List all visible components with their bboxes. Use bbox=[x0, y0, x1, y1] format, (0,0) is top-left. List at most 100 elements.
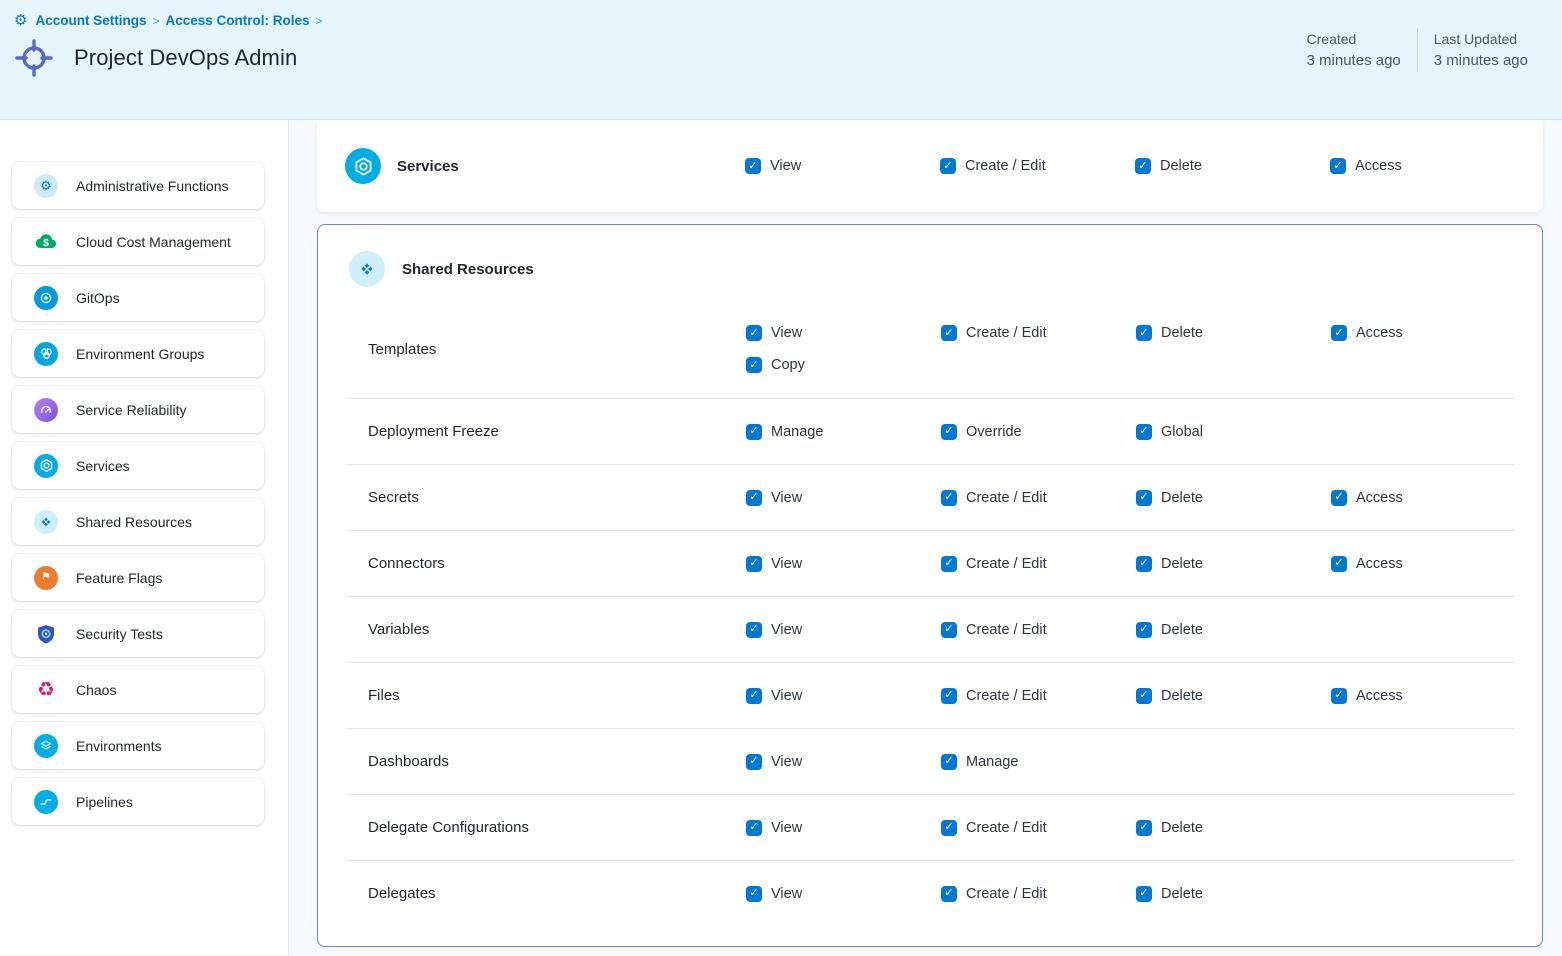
checkbox-label: View bbox=[771, 325, 802, 341]
sidebar-item-feature-flags[interactable]: ⚑ Feature Flags bbox=[12, 554, 264, 601]
permission-view[interactable]: ✓View bbox=[746, 688, 941, 704]
checkbox-view[interactable]: ✓ bbox=[745, 158, 761, 174]
checkbox-manage[interactable]: ✓ bbox=[941, 754, 957, 770]
permission-delete[interactable]: ✓Delete bbox=[1136, 325, 1331, 341]
permission-view[interactable]: ✓View bbox=[746, 820, 941, 836]
checkbox-create-edit[interactable]: ✓ bbox=[941, 688, 957, 704]
permission-delete[interactable]: ✓Delete bbox=[1136, 622, 1331, 638]
breadcrumb-account-settings[interactable]: Account Settings bbox=[35, 13, 146, 28]
checkbox-label: View bbox=[771, 490, 802, 506]
checkbox-delete[interactable]: ✓ bbox=[1136, 556, 1152, 572]
checkbox-manage[interactable]: ✓ bbox=[746, 424, 762, 440]
checkbox-delete[interactable]: ✓ bbox=[1136, 886, 1152, 902]
sidebar-item-environment-groups[interactable]: Environment Groups bbox=[12, 330, 264, 377]
permission-view[interactable]: ✓View bbox=[746, 886, 941, 902]
checkbox-global[interactable]: ✓ bbox=[1136, 424, 1152, 440]
checkbox-view[interactable]: ✓ bbox=[746, 556, 762, 572]
permission-view[interactable]: ✓ View bbox=[746, 490, 941, 506]
sidebar-item-chaos[interactable]: ♻ Chaos bbox=[12, 666, 264, 713]
gear-icon: ⚙ bbox=[34, 174, 58, 198]
permission-row-connectors: Connectors✓View✓Create / Edit✓Delete✓Acc… bbox=[318, 531, 1542, 596]
environments-icon bbox=[34, 734, 58, 758]
permission-delete[interactable]: ✓Delete bbox=[1136, 886, 1331, 902]
checkbox-view[interactable]: ✓ bbox=[746, 325, 762, 341]
permission-delete[interactable]: ✓Delete bbox=[1136, 820, 1331, 836]
permission-create-edit[interactable]: ✓ Create / Edit bbox=[941, 556, 1136, 572]
created-label: Created bbox=[1307, 28, 1401, 50]
sidebar-item-administrative-functions[interactable]: ⚙ Administrative Functions bbox=[12, 162, 264, 209]
checkbox-label: Create / Edit bbox=[965, 158, 1046, 174]
checkbox-delete[interactable]: ✓ bbox=[1136, 622, 1152, 638]
checkbox-view[interactable]: ✓ bbox=[746, 886, 762, 902]
checkbox-copy[interactable]: ✓ bbox=[746, 357, 762, 373]
checkbox-create-edit[interactable]: ✓ bbox=[941, 325, 957, 341]
permission-create-edit[interactable]: ✓Create / Edit bbox=[941, 622, 1136, 638]
checkbox-create-edit[interactable]: ✓ bbox=[941, 556, 957, 572]
permission-access[interactable]: ✓Access bbox=[1330, 158, 1525, 174]
permission-view[interactable]: ✓ View bbox=[746, 622, 941, 638]
checkbox-access[interactable]: ✓ bbox=[1331, 325, 1347, 341]
permission-create-edit[interactable]: ✓Create / Edit bbox=[941, 490, 1136, 506]
checkbox-delete[interactable]: ✓ bbox=[1136, 325, 1152, 341]
permission-create-edit[interactable]: ✓Create / Edit bbox=[941, 688, 1136, 704]
breadcrumb-access-control-roles[interactable]: Access Control: Roles bbox=[165, 13, 309, 28]
permission-override[interactable]: ✓Override bbox=[941, 424, 1136, 440]
permission-access[interactable]: ✓Access bbox=[1331, 325, 1542, 341]
checkbox-override[interactable]: ✓ bbox=[941, 424, 957, 440]
permission-delete[interactable]: ✓Delete bbox=[1135, 158, 1330, 174]
permission-view[interactable]: ✓View bbox=[746, 754, 941, 770]
permission-create-edit[interactable]: ✓Create / Edit bbox=[941, 820, 1136, 836]
permission-view[interactable]: ✓View bbox=[745, 158, 940, 174]
permission-access[interactable]: ✓Access bbox=[1331, 556, 1542, 572]
permission-manage[interactable]: ✓Manage bbox=[746, 424, 941, 440]
permission-delete[interactable]: ✓Delete bbox=[1136, 688, 1331, 704]
permission-view[interactable]: ✓ View bbox=[746, 325, 941, 341]
permission-column: ✓ View bbox=[746, 490, 941, 506]
checkbox-view[interactable]: ✓ bbox=[746, 622, 762, 638]
checkbox-create-edit[interactable]: ✓ bbox=[941, 820, 957, 836]
checkbox-view[interactable]: ✓ bbox=[746, 688, 762, 704]
permission-copy[interactable]: ✓Copy bbox=[746, 357, 941, 373]
sidebar-item-service-reliability[interactable]: Service Reliability bbox=[12, 386, 264, 433]
checkbox-access[interactable]: ✓ bbox=[1330, 158, 1346, 174]
checkbox-delete[interactable]: ✓ bbox=[1136, 688, 1152, 704]
sidebar-item-services[interactable]: Services bbox=[12, 442, 264, 489]
checkbox-access[interactable]: ✓ bbox=[1331, 556, 1347, 572]
sidebar-item-label: Cloud Cost Management bbox=[76, 234, 231, 250]
checkbox-label: Create / Edit bbox=[966, 556, 1047, 572]
sidebar-item-gitops[interactable]: GitOps bbox=[12, 274, 264, 321]
checkbox-view[interactable]: ✓ bbox=[746, 490, 762, 506]
permission-access[interactable]: ✓Access bbox=[1331, 490, 1542, 506]
sidebar-item-environments[interactable]: Environments bbox=[12, 722, 264, 769]
permission-create-edit[interactable]: ✓ Create / Edit bbox=[941, 886, 1136, 902]
checkbox-label: Create / Edit bbox=[966, 325, 1047, 341]
resource-label: Deployment Freeze bbox=[318, 423, 746, 440]
permission-global[interactable]: ✓Global bbox=[1136, 424, 1331, 440]
permission-delete[interactable]: ✓Delete bbox=[1136, 556, 1331, 572]
checkbox-create-edit[interactable]: ✓ bbox=[940, 158, 956, 174]
checkbox-delete[interactable]: ✓ bbox=[1136, 490, 1152, 506]
checkbox-create-edit[interactable]: ✓ bbox=[941, 886, 957, 902]
permission-create-edit[interactable]: ✓ Create / Edit bbox=[940, 158, 1135, 174]
permission-delete[interactable]: ✓Delete bbox=[1136, 490, 1331, 506]
checkbox-create-edit[interactable]: ✓ bbox=[941, 490, 957, 506]
permission-create-edit[interactable]: ✓ Create / Edit bbox=[941, 325, 1136, 341]
permission-manage[interactable]: ✓Manage bbox=[941, 754, 1136, 770]
sidebar-item-security-tests[interactable]: Security Tests bbox=[12, 610, 264, 657]
checkbox-delete[interactable]: ✓ bbox=[1135, 158, 1151, 174]
checkbox-label: Create / Edit bbox=[966, 886, 1047, 902]
checkbox-access[interactable]: ✓ bbox=[1331, 490, 1347, 506]
sidebar-item-shared-resources[interactable]: Shared Resources bbox=[12, 498, 264, 545]
sidebar-item-label: Pipelines bbox=[76, 794, 133, 810]
checkbox-label: View bbox=[771, 622, 802, 638]
checkbox-access[interactable]: ✓ bbox=[1331, 688, 1347, 704]
sidebar-item-pipelines[interactable]: Pipelines bbox=[12, 778, 264, 825]
permission-row-files: Files✓View✓Create / Edit✓Delete✓Access bbox=[318, 663, 1542, 728]
permission-access[interactable]: ✓Access bbox=[1331, 688, 1542, 704]
checkbox-create-edit[interactable]: ✓ bbox=[941, 622, 957, 638]
checkbox-view[interactable]: ✓ bbox=[746, 754, 762, 770]
permission-view[interactable]: ✓View bbox=[746, 556, 941, 572]
checkbox-view[interactable]: ✓ bbox=[746, 820, 762, 836]
sidebar-item-cloud-cost-management[interactable]: $ Cloud Cost Management bbox=[12, 218, 264, 265]
checkbox-delete[interactable]: ✓ bbox=[1136, 820, 1152, 836]
